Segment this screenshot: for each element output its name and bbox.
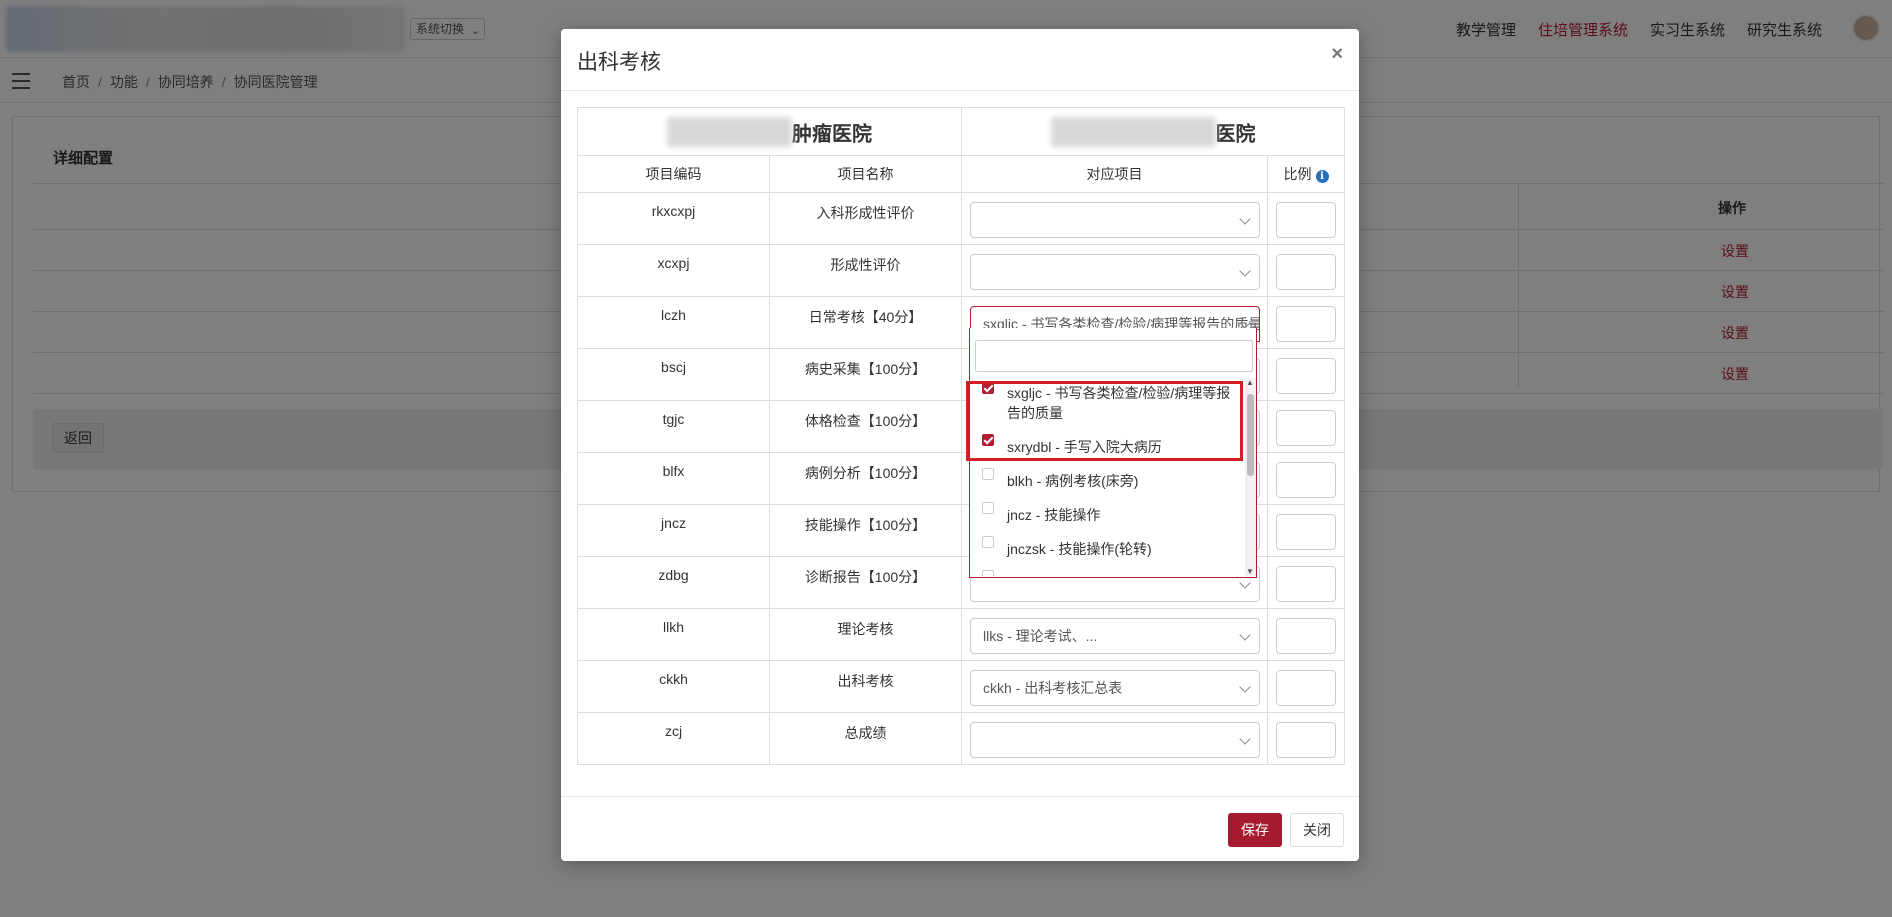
checkbox-icon[interactable]: [982, 468, 994, 480]
option-label: b... - 病史操作: [1007, 575, 1095, 576]
chevron-down-icon: [1239, 681, 1251, 693]
right-hospital-header: 医院: [961, 107, 1345, 156]
item-name: 形成性评价: [769, 244, 962, 297]
table-row: llkh 理论考核 llks - 理论考试、...: [577, 608, 1345, 661]
item-code: llkh: [577, 608, 770, 661]
item-name: 入科形成性评价: [769, 192, 962, 245]
redacted-name: [1050, 116, 1216, 147]
chevron-down-icon: [1239, 629, 1251, 641]
item-name: 诊断报告【100分】: [769, 556, 962, 609]
ratio-input[interactable]: [1276, 618, 1336, 654]
dropdown-option[interactable]: b... - 病史操作: [970, 566, 1246, 576]
save-button[interactable]: 保存: [1228, 813, 1282, 847]
item-code: rkxcxpj: [577, 192, 770, 245]
mapped-select[interactable]: llks - 理论考试、...: [970, 618, 1260, 654]
item-name: 日常考核【40分】: [769, 296, 962, 349]
item-name: 总成绩: [769, 712, 962, 765]
item-code: zcj: [577, 712, 770, 765]
ratio-input[interactable]: [1276, 722, 1336, 758]
option-label: jncz - 技能操作: [1007, 507, 1101, 523]
item-name: 病史采集【100分】: [769, 348, 962, 401]
close-icon[interactable]: ×: [1331, 43, 1343, 66]
item-code: bscj: [577, 348, 770, 401]
col-mapped: 对应项目: [961, 155, 1268, 193]
item-code: ckkh: [577, 660, 770, 713]
checkbox-icon[interactable]: [982, 502, 994, 514]
col-name: 项目名称: [769, 155, 962, 193]
ratio-input[interactable]: [1276, 410, 1336, 446]
dropdown-option[interactable]: blkh - 病例考核(床旁): [970, 464, 1246, 498]
info-icon[interactable]: i: [1315, 170, 1329, 183]
ratio-input[interactable]: [1276, 670, 1336, 706]
chevron-down-icon: [1239, 213, 1251, 225]
col-code: 项目编码: [577, 155, 770, 193]
modal-header: 出科考核 ×: [561, 29, 1359, 91]
mapped-select[interactable]: [970, 202, 1260, 238]
chevron-down-icon: [1239, 265, 1251, 277]
left-hospital-header: 肿瘤医院: [577, 107, 962, 156]
item-name: 体格检查【100分】: [769, 400, 962, 453]
mapped-value: ckkh - 出科考核汇总表: [983, 680, 1123, 696]
selection-highlight: [966, 381, 1243, 461]
mapped-select[interactable]: [970, 722, 1260, 758]
modal-title: 出科考核: [577, 51, 661, 74]
checkbox-icon[interactable]: [982, 536, 994, 548]
table-row: xcxpj 形成性评价: [577, 244, 1345, 297]
item-code: zdbg: [577, 556, 770, 609]
ratio-input[interactable]: [1276, 566, 1336, 602]
dropdown-option[interactable]: jncz - 技能操作: [970, 498, 1246, 532]
item-code: blfx: [577, 452, 770, 505]
mapped-value: llks - 理论考试、...: [983, 628, 1098, 644]
option-label: blkh - 病例考核(床旁): [1007, 473, 1139, 489]
modal-footer: 保存 关闭: [561, 796, 1359, 861]
chevron-down-icon: [1239, 733, 1251, 745]
ratio-input[interactable]: [1276, 358, 1336, 394]
dropdown-option[interactable]: jnczsk - 技能操作(轮转): [970, 532, 1246, 566]
ratio-input[interactable]: [1276, 306, 1336, 342]
option-label: jnczsk - 技能操作(轮转): [1007, 541, 1152, 557]
mapped-select[interactable]: [970, 254, 1260, 290]
redacted-name: [667, 116, 792, 147]
table-row: zcj 总成绩: [577, 712, 1345, 765]
close-button[interactable]: 关闭: [1290, 813, 1344, 847]
dropdown-search-input[interactable]: [975, 340, 1253, 372]
table-row: ckkh 出科考核 ckkh - 出科考核汇总表: [577, 660, 1345, 713]
item-name: 理论考核: [769, 608, 962, 661]
item-code: jncz: [577, 504, 770, 557]
mapped-select[interactable]: ckkh - 出科考核汇总表: [970, 670, 1260, 706]
item-code: xcxpj: [577, 244, 770, 297]
item-name: 出科考核: [769, 660, 962, 713]
ratio-input[interactable]: [1276, 514, 1336, 550]
ratio-input[interactable]: [1276, 254, 1336, 290]
item-code: lczh: [577, 296, 770, 349]
ratio-input[interactable]: [1276, 202, 1336, 238]
ratio-input[interactable]: [1276, 462, 1336, 498]
item-name: 病例分析【100分】: [769, 452, 962, 505]
col-ratio: 比例 i: [1267, 155, 1345, 193]
item-name: 技能操作【100分】: [769, 504, 962, 557]
dropdown-scrollbar[interactable]: ▲ ▼: [1245, 378, 1256, 576]
chevron-down-icon: [1239, 577, 1251, 589]
table-row: rkxcxpj 入科形成性评价: [577, 192, 1345, 245]
item-code: tgjc: [577, 400, 770, 453]
checkbox-icon[interactable]: [982, 570, 994, 576]
